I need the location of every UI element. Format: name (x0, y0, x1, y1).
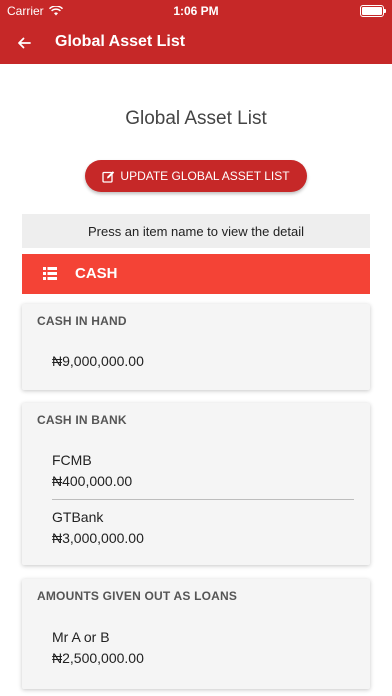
battery-icon (360, 5, 386, 17)
item-name: GTBank (52, 509, 104, 525)
status-time: 1:06 PM (173, 4, 219, 18)
item-value: ₦400,000.00 (52, 473, 133, 489)
update-button-label: UPDATE GLOBAL ASSET LIST (120, 169, 290, 183)
section-title: AMOUNTS GIVEN OUT AS LOANS (37, 589, 238, 603)
category-label: CASH (75, 265, 118, 282)
list-item[interactable]: FCMB ₦400,000.00 (52, 452, 132, 490)
section-card-cash-in-bank: CASH IN BANK FCMB ₦400,000.00 GTBank ₦3,… (22, 403, 370, 565)
category-cash[interactable]: CASH (22, 254, 370, 294)
item-name: FCMB (52, 452, 92, 468)
back-arrow-icon (18, 37, 31, 49)
back-button[interactable] (10, 29, 38, 57)
item-value: ₦9,000,000.00 (52, 353, 144, 369)
item-value: ₦3,000,000.00 (52, 530, 144, 546)
divider (52, 499, 354, 500)
page-title: Global Asset List (125, 108, 267, 129)
status-bar: Carrier 1:06 PM (0, 0, 392, 22)
section-card-cash-in-hand: CASH IN HAND ₦9,000,000.00 (22, 304, 370, 390)
hint-text: Press an item name to view the detail (87, 223, 305, 239)
section-title: CASH IN BANK (37, 413, 127, 427)
section-title: CASH IN HAND (37, 314, 127, 328)
update-global-asset-list-button[interactable]: UPDATE GLOBAL ASSET LIST (85, 160, 307, 192)
hint-box: Press an item name to view the detail (22, 214, 370, 248)
app-bar: Global Asset List (0, 22, 392, 64)
item-name: Mr A or B (52, 629, 110, 645)
list-item[interactable]: ₦9,000,000.00 (52, 353, 144, 370)
list-icon (43, 267, 57, 280)
section-card-loans: AMOUNTS GIVEN OUT AS LOANS Mr A or B ₦2,… (22, 579, 370, 689)
list-item[interactable]: Mr A or B ₦2,500,000.00 (52, 629, 144, 667)
item-value: ₦2,500,000.00 (52, 650, 144, 666)
list-item[interactable]: GTBank ₦3,000,000.00 (52, 509, 144, 547)
app-title: Global Asset List (55, 33, 186, 50)
edit-icon (102, 170, 115, 183)
